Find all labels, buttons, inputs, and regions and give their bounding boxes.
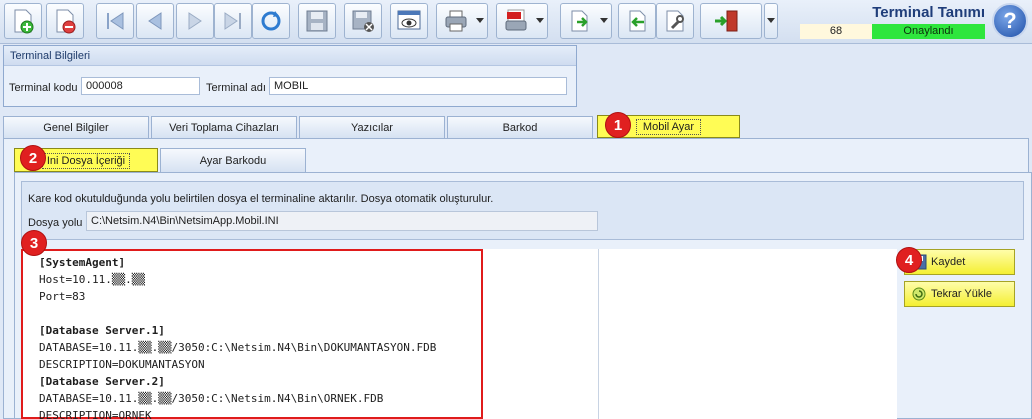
info-description: Kare kod okutulduğunda yolu belirtilen d… (28, 193, 494, 205)
editor-side-area (483, 249, 599, 419)
status-badge: Onaylandı (872, 24, 985, 39)
subtab-label: Ayar Barkodu (199, 155, 267, 167)
editor-line: DATABASE=10.11.▒▒.▒▒/3050:C:\Netsim.N4\B… (39, 341, 437, 354)
terminal-name-label: Terminal adı (206, 82, 266, 94)
save-button[interactable] (298, 3, 336, 39)
pdf-export-button[interactable] (496, 3, 548, 39)
reload-button[interactable]: Tekrar Yükle (904, 281, 1015, 307)
file-path-field[interactable]: C:\Netsim.N4\Bin\NetsimApp.Mobil.INI (86, 211, 598, 231)
save-close-icon (352, 10, 374, 32)
export-dropdown-icon[interactable] (600, 18, 608, 23)
next-record-icon (188, 12, 202, 30)
print-icon (445, 10, 467, 32)
editor-line: Port=83 (39, 290, 86, 303)
export-icon (571, 10, 588, 32)
new-document-icon (14, 9, 34, 34)
terminal-name-field[interactable]: MOBIL (269, 77, 567, 95)
delete-document-icon (56, 9, 76, 34)
exit-button[interactable] (700, 3, 762, 39)
record-count: 68 (800, 24, 872, 39)
page-title: Terminal Tanımı (872, 4, 985, 21)
file-path-label: Dosya yolu (28, 217, 83, 229)
ini-content-editor[interactable]: [SystemAgent] Host=10.11.▒▒.▒▒ Port=83 [… (21, 249, 483, 419)
file-info-box: Kare kod okutulduğunda yolu belirtilen d… (21, 181, 1024, 240)
help-button[interactable]: ? (992, 3, 1028, 39)
save-close-button[interactable] (344, 3, 382, 39)
new-document-button[interactable] (4, 3, 42, 39)
refresh-button[interactable] (252, 3, 290, 39)
save-icon (306, 10, 328, 32)
import-icon (629, 10, 646, 32)
editor-line: [Database Server.1] (39, 324, 165, 337)
exit-icon (715, 10, 738, 32)
toolbar: Terminal Tanımı 68 Onaylandı ? (0, 0, 1032, 44)
refresh-icon (261, 11, 281, 31)
editor-line: Host=10.11.▒▒.▒▒ (39, 273, 145, 286)
subtab-label: Ini Dosya İçeriği (41, 153, 131, 169)
editor-line: [SystemAgent] (39, 256, 126, 269)
tab-label: Mobil Ayar (635, 119, 702, 135)
terminal-code-field[interactable]: 000008 (81, 77, 200, 95)
pdf-export-icon (505, 9, 527, 31)
last-record-icon (224, 12, 241, 30)
first-record-icon (107, 12, 124, 30)
previous-record-icon (148, 12, 162, 30)
tab-label: Barkod (502, 122, 538, 134)
tab-yazicilar[interactable]: Yazıcılar (299, 116, 445, 138)
editor-line: DESCRIPTION=ORNEK (39, 409, 152, 419)
import-button[interactable] (618, 3, 656, 39)
exit-dropdown-icon (767, 18, 775, 23)
export-button[interactable] (560, 3, 612, 39)
preview-area (599, 249, 897, 419)
tab-label: Genel Bilgiler (43, 122, 109, 134)
tab-veri-toplama[interactable]: Veri Toplama Cihazları (151, 116, 297, 138)
first-record-button[interactable] (96, 3, 134, 39)
exit-dropdown-button[interactable] (764, 3, 778, 39)
pdf-dropdown-icon[interactable] (536, 18, 544, 23)
delete-document-button[interactable] (46, 3, 84, 39)
subtab-ayar-barkodu[interactable]: Ayar Barkodu (160, 148, 306, 172)
print-button[interactable] (436, 3, 488, 39)
settings-button[interactable] (656, 3, 694, 39)
editor-line: DATABASE=10.11.▒▒.▒▒/3050:C:\Netsim.N4\B… (39, 392, 384, 405)
group-title: Terminal Bilgileri (4, 46, 576, 66)
save-label: Kaydet (931, 256, 966, 268)
editor-line: [Database Server.2] (39, 375, 165, 388)
step-marker-3: 3 (21, 230, 47, 256)
preview-button[interactable] (390, 3, 428, 39)
terminal-code-label: Terminal kodu (9, 82, 78, 94)
step-marker-4: 4 (896, 247, 922, 273)
settings-icon (666, 10, 684, 32)
editor-line: DESCRIPTION=DOKUMANTASYON (39, 358, 205, 371)
terminal-info-group: Terminal Bilgileri Terminal kodu 000008 … (3, 45, 577, 107)
help-icon: ? (1003, 8, 1017, 33)
tab-label: Yazıcılar (351, 122, 393, 134)
preview-icon (397, 10, 421, 30)
last-record-button[interactable] (214, 3, 252, 39)
status-row: 68 Onaylandı (800, 24, 985, 39)
step-marker-1: 1 (605, 112, 631, 138)
reload-icon (912, 287, 926, 301)
next-record-button[interactable] (176, 3, 214, 39)
tab-label: Veri Toplama Cihazları (169, 122, 279, 134)
step-marker-2: 2 (20, 145, 46, 171)
tab-genel-bilgiler[interactable]: Genel Bilgiler (3, 116, 149, 138)
tab-barkod[interactable]: Barkod (447, 116, 593, 138)
previous-record-button[interactable] (136, 3, 174, 39)
print-dropdown-icon[interactable] (476, 18, 484, 23)
title-box: Terminal Tanımı 68 Onaylandı (800, 3, 985, 39)
reload-label: Tekrar Yükle (931, 288, 992, 300)
